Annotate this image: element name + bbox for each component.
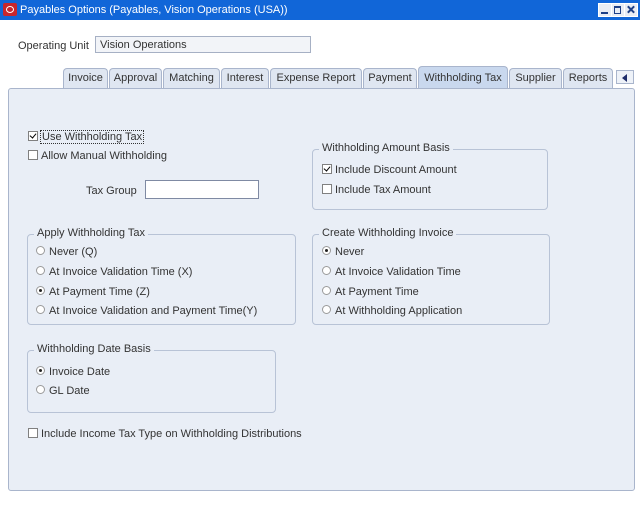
radio-icon bbox=[36, 305, 45, 314]
checkbox-icon bbox=[28, 150, 38, 160]
tab-supplier[interactable]: Supplier bbox=[509, 68, 562, 88]
checkbox-checked-icon bbox=[322, 164, 332, 174]
invoice-date-radio[interactable]: Invoice Date bbox=[36, 366, 110, 378]
withholding-amount-basis-group: Withholding Amount Basis bbox=[312, 142, 548, 210]
payables-options-window: Payables Options (Payables, Vision Opera… bbox=[0, 0, 640, 505]
tab-expense-report[interactable]: Expense Report bbox=[270, 68, 362, 88]
checkbox-checked-icon bbox=[28, 131, 38, 141]
apply-payment-time-radio[interactable]: At Payment Time (Z) bbox=[36, 286, 150, 298]
tab-interest[interactable]: Interest bbox=[221, 68, 269, 88]
tab-payment[interactable]: Payment bbox=[363, 68, 417, 88]
radio-icon bbox=[36, 385, 45, 394]
radio-selected-icon bbox=[322, 246, 331, 255]
group-title: Withholding Date Basis bbox=[34, 343, 154, 355]
tax-group-label: Tax Group bbox=[86, 185, 137, 197]
radio-icon bbox=[36, 246, 45, 255]
allow-manual-withholding-checkbox[interactable]: Allow Manual Withholding bbox=[28, 150, 167, 162]
radio-icon bbox=[36, 266, 45, 275]
tax-group-input[interactable] bbox=[145, 180, 259, 199]
checkbox-icon bbox=[28, 428, 38, 438]
group-title: Withholding Amount Basis bbox=[319, 142, 453, 154]
tab-approval[interactable]: Approval bbox=[109, 68, 162, 88]
apply-never-radio[interactable]: Never (Q) bbox=[36, 246, 97, 258]
maximize-icon[interactable] bbox=[611, 3, 625, 17]
apply-validation-and-payment-radio[interactable]: At Invoice Validation and Payment Time(Y… bbox=[36, 305, 257, 317]
minimize-icon[interactable] bbox=[598, 3, 612, 17]
radio-icon bbox=[322, 286, 331, 295]
create-withholding-application-radio[interactable]: At Withholding Application bbox=[322, 305, 462, 317]
radio-selected-icon bbox=[36, 366, 45, 375]
include-tax-amount-checkbox[interactable]: Include Tax Amount bbox=[322, 184, 431, 196]
tab-matching[interactable]: Matching bbox=[163, 68, 220, 88]
close-icon[interactable] bbox=[624, 3, 638, 17]
group-title: Create Withholding Invoice bbox=[319, 227, 457, 239]
use-withholding-tax-checkbox[interactable]: Use Withholding Tax bbox=[28, 130, 145, 144]
checkbox-icon bbox=[322, 184, 332, 194]
radio-icon bbox=[322, 305, 331, 314]
tab-invoice[interactable]: Invoice bbox=[63, 68, 108, 88]
oracle-app-icon bbox=[3, 3, 17, 16]
gl-date-radio[interactable]: GL Date bbox=[36, 385, 90, 397]
include-income-tax-type-checkbox[interactable]: Include Income Tax Type on Withholding D… bbox=[28, 428, 302, 440]
radio-selected-icon bbox=[36, 286, 45, 295]
window-title: Payables Options (Payables, Vision Opera… bbox=[20, 4, 288, 16]
tab-scroll-left-icon[interactable] bbox=[616, 70, 634, 84]
operating-unit-field[interactable]: Vision Operations bbox=[95, 36, 311, 53]
tab-bar: Invoice Approval Matching Interest Expen… bbox=[0, 66, 640, 88]
include-discount-amount-checkbox[interactable]: Include Discount Amount bbox=[322, 164, 457, 176]
withholding-date-basis-group: Withholding Date Basis bbox=[27, 343, 276, 413]
create-payment-time-radio[interactable]: At Payment Time bbox=[322, 286, 419, 298]
tab-withholding-tax[interactable]: Withholding Tax bbox=[418, 66, 508, 88]
title-bar[interactable]: Payables Options (Payables, Vision Opera… bbox=[0, 0, 640, 20]
group-title: Apply Withholding Tax bbox=[34, 227, 149, 239]
operating-unit-label: Operating Unit bbox=[18, 40, 89, 52]
tab-reports[interactable]: Reports bbox=[563, 68, 613, 88]
create-invoice-validation-radio[interactable]: At Invoice Validation Time bbox=[322, 266, 461, 278]
radio-icon bbox=[322, 266, 331, 275]
apply-invoice-validation-radio[interactable]: At Invoice Validation Time (X) bbox=[36, 266, 192, 278]
create-never-radio[interactable]: Never bbox=[322, 246, 364, 258]
